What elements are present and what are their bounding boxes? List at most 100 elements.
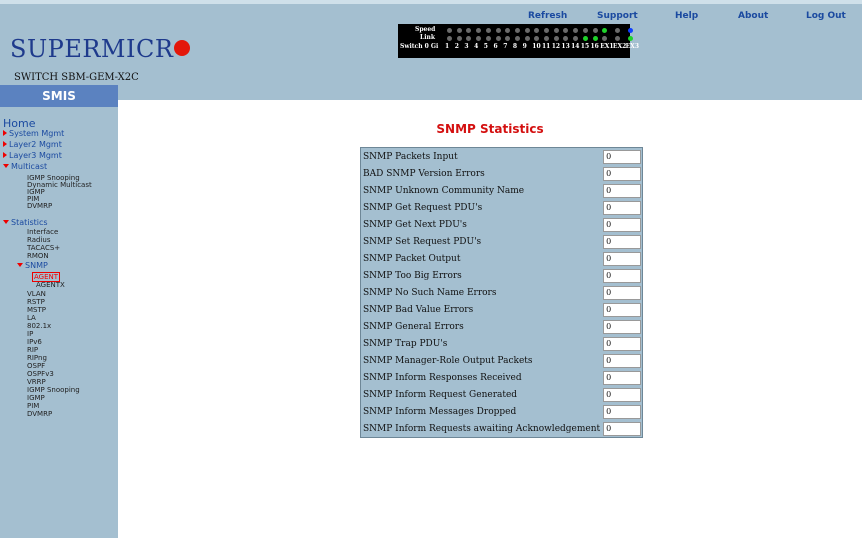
collapsed-arrow-icon [3, 141, 7, 147]
port-number-label: 6 [493, 43, 498, 50]
stat-value-cell: 0 [602, 233, 642, 250]
smis-menu-title: SMIS [0, 85, 118, 107]
speed-led-icon [456, 28, 462, 33]
stat-label: SNMP Packet Output [363, 253, 461, 264]
about-link[interactable]: About [738, 11, 768, 21]
nav-mstp[interactable]: MSTP [27, 306, 46, 314]
port-number-label: 16 [590, 43, 599, 50]
stat-value-cell: 0 [602, 284, 642, 301]
stat-value-field: 0 [603, 200, 642, 215]
stat-value-field: 0 [603, 387, 642, 402]
switch-label: Switch 0 Gi [400, 43, 439, 50]
help-link[interactable]: Help [675, 11, 698, 21]
nav-rstp[interactable]: RSTP [27, 298, 45, 306]
speed-led-icon [485, 28, 491, 33]
speed-led-icon [514, 28, 520, 33]
nav-ospf[interactable]: OSPF [27, 362, 45, 370]
nav-vlan[interactable]: VLAN [27, 290, 46, 298]
stat-value-field: 0 [603, 370, 642, 385]
stat-label: SNMP Manager-Role Output Packets [363, 355, 533, 366]
stat-value-field: 0 [603, 234, 642, 249]
port-status-panel: Speed Link Switch 0 Gi 1 2 3 4 5 6 7 8 9 10 11 12 13… [398, 24, 639, 58]
link-led-icon [573, 36, 579, 41]
stat-value-cell: 0 [602, 352, 642, 369]
stat-row: SNMP Inform Responses Received 0 [361, 369, 642, 386]
nav-rmon[interactable]: RMON [27, 252, 49, 260]
port-number-label: 2 [454, 43, 459, 50]
stat-value-cell: 0 [602, 216, 642, 233]
nav-rip[interactable]: RIP [27, 346, 38, 354]
nav-vrrp[interactable]: VRRP [27, 378, 46, 386]
link-label: Link [420, 34, 436, 41]
nav-ospfv3[interactable]: OSPFv3 [27, 370, 54, 378]
stat-value-cell: 0 [602, 369, 642, 386]
nav-layer2-mgmt[interactable]: Layer2 Mgmt [3, 141, 62, 149]
nav-interface[interactable]: Interface [27, 228, 58, 236]
stat-value-cell: 0 [602, 420, 642, 437]
supermicro-logo: SUPERMICR [10, 35, 191, 63]
nav-igmp-snooping-2[interactable]: IGMP Snooping [27, 386, 80, 394]
refresh-link[interactable]: Refresh [528, 11, 567, 21]
switch-model-name: SWITCH SBM-GEM-X2C [14, 72, 139, 83]
stat-value-cell: 0 [602, 250, 642, 267]
port-number-label: 13 [561, 43, 570, 50]
logo-red-dot-icon [174, 40, 191, 56]
speed-led-icon [447, 28, 452, 33]
nav-8021x[interactable]: 802.1x [27, 322, 51, 330]
link-led-icon [456, 36, 462, 41]
stat-row: SNMP No Such Name Errors 0 [361, 284, 642, 301]
collapsed-arrow-icon [3, 152, 7, 158]
expanded-arrow-icon [3, 164, 9, 168]
link-led-icon [582, 36, 588, 41]
nav-dvmrp-2[interactable]: DVMRP [27, 410, 52, 418]
nav-agentx[interactable]: AGENTX [36, 281, 65, 289]
stat-value-field: 0 [603, 166, 642, 181]
stat-row: SNMP General Errors 0 [361, 318, 642, 335]
expanded-arrow-icon [3, 220, 9, 224]
link-led-icon [534, 36, 540, 41]
nav-la[interactable]: LA [27, 314, 36, 322]
stat-label: SNMP Inform Messages Dropped [363, 406, 517, 417]
support-link[interactable]: Support [597, 11, 638, 21]
nav-tacacs[interactable]: TACACS+ [27, 244, 60, 252]
snmp-statistics-table: SNMP Packets Input 0 BAD SNMP Version Erro… [360, 147, 644, 438]
speed-led-icon [614, 28, 620, 33]
link-led-icon [627, 36, 633, 41]
port-number-label: 11 [542, 43, 551, 50]
stat-value-cell: 0 [602, 403, 642, 420]
stat-label: SNMP No Such Name Errors [363, 287, 497, 298]
nav-pim-2[interactable]: PIM [27, 402, 39, 410]
expanded-arrow-icon [17, 263, 23, 267]
nav-ripng[interactable]: RIPng [27, 354, 47, 362]
nav-multicast[interactable]: Multicast [3, 163, 47, 171]
speed-led-icon [524, 28, 530, 33]
stat-row: SNMP Get Next PDU's 0 [361, 216, 642, 233]
nav-ipv6[interactable]: IPv6 [27, 338, 42, 346]
nav-igmp-2[interactable]: IGMP [27, 394, 45, 402]
link-led-icon [592, 36, 598, 41]
stat-row: SNMP Unknown Community Name 0 [361, 182, 642, 199]
nav-radius[interactable]: Radius [27, 236, 50, 244]
nav-layer3-mgmt[interactable]: Layer3 Mgmt [3, 152, 62, 160]
speed-led-icon [476, 28, 482, 33]
nav-statistics[interactable]: Statistics [3, 219, 48, 227]
link-led-icon [563, 36, 569, 41]
stat-value-field: 0 [603, 302, 642, 317]
link-led-icon [544, 36, 549, 41]
stat-value-cell: 0 [602, 386, 642, 403]
nav-ip[interactable]: IP [27, 330, 33, 338]
nav-snmp[interactable]: SNMP [17, 262, 48, 270]
stat-value-field: 0 [603, 183, 642, 198]
speed-led-icon [544, 28, 549, 33]
speed-led-icon [627, 28, 633, 33]
stat-value-field: 0 [603, 268, 642, 283]
port-number-label: 14 [571, 43, 580, 50]
sidebar-nav: Home System Mgmt Layer2 Mgmt Layer3 Mgmt… [0, 107, 118, 538]
link-led-icon [524, 36, 530, 41]
port-number-label: 9 [522, 43, 527, 50]
nav-dvmrp[interactable]: DVMRP [27, 202, 52, 210]
stat-label: SNMP Inform Request Generated [363, 389, 518, 400]
logout-link[interactable]: Log Out [806, 11, 846, 21]
stat-row: SNMP Inform Messages Dropped 0 [361, 403, 642, 420]
stat-label: SNMP Get Next PDU's [363, 219, 467, 230]
